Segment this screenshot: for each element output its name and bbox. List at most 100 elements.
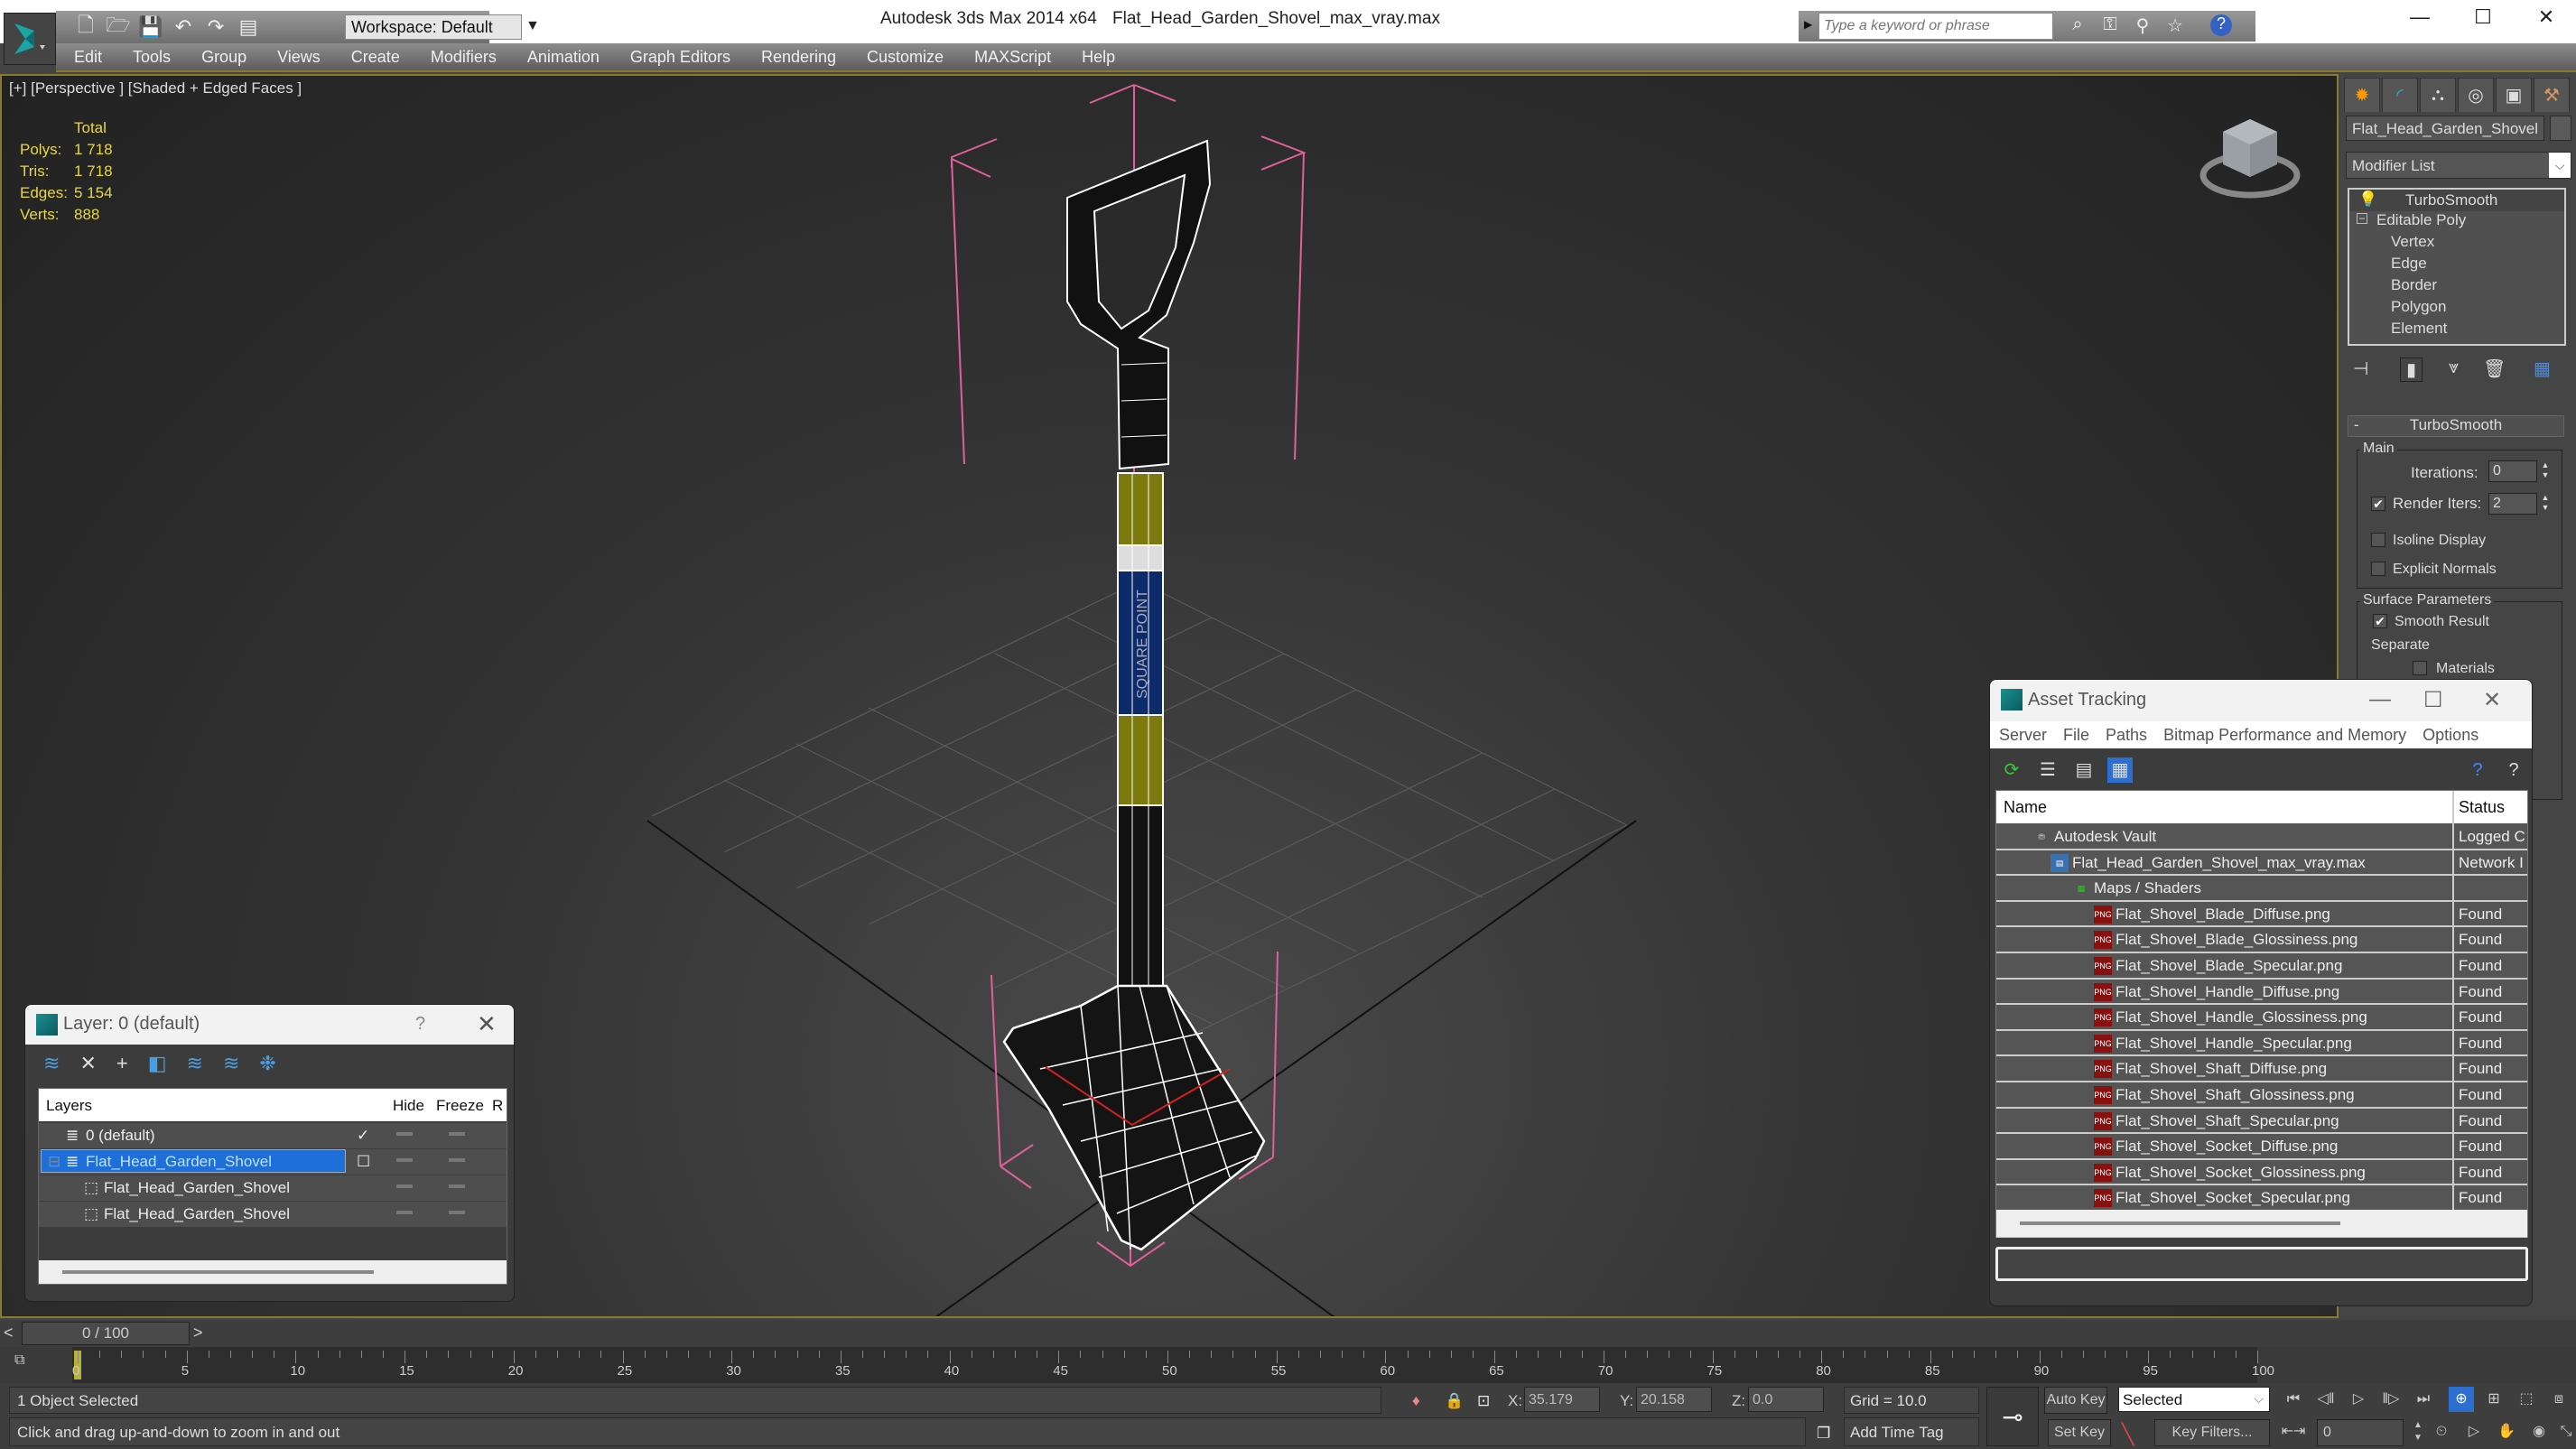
create-tab-icon[interactable]: ✹ [2344,78,2380,112]
menu-tools[interactable]: Tools [133,48,171,67]
select-objects-icon[interactable]: ◧ [148,1052,167,1075]
hide-toggle[interactable] [396,1211,413,1214]
current-layer-toggle[interactable]: ✓ [357,1127,369,1145]
help-button[interactable]: ? [415,1014,425,1035]
curve-editor-icon[interactable]: ⧉ [14,1352,24,1369]
open-file-icon[interactable]: 🗁 [106,14,130,39]
redo-icon[interactable]: ↷ [204,15,228,39]
zoom-icon[interactable]: ⊕ [2449,1387,2474,1412]
close-button[interactable]: ✕ [477,1010,497,1038]
menu-file[interactable]: File [2063,726,2089,745]
subobject-vertex[interactable]: Vertex [2391,233,2434,251]
pan-view-icon[interactable]: ✋ [2494,1419,2519,1444]
menu-paths[interactable]: Paths [2106,726,2147,745]
asset-row[interactable]: PNG Flat_Shovel_Blade_Diffuse.png Found [1996,902,2527,928]
freeze-toggle[interactable] [449,1158,465,1162]
set-key-button[interactable]: Set Key [2048,1419,2111,1446]
col-hide[interactable]: Hide [393,1097,424,1115]
frame-spinner[interactable]: ▲ ▼ [2405,1419,2431,1444]
asset-row[interactable]: PNG Flat_Shovel_Blade_Glossiness.png Found [1996,927,2527,953]
delete-layer-icon[interactable]: ✕ [79,1052,96,1075]
workspace-dropdown[interactable]: Workspace: Default [345,14,522,40]
asset-row[interactable]: PNG Flat_Shovel_Socket_Specular.png Found [1996,1185,2527,1212]
display-tab-icon[interactable]: ▣ [2496,78,2532,112]
go-to-start-icon[interactable]: ⏮ [2281,1387,2306,1412]
current-frame-field[interactable]: 0 [2317,1419,2404,1446]
customize-toolbar-icon[interactable]: ▼ [525,18,540,34]
zoom-all-icon[interactable]: ⊞ [2481,1387,2506,1412]
remove-modifier-icon[interactable]: 🗑 [2483,358,2506,380]
viewport-label[interactable]: [+] [Perspective ] [Shaded + Edged Faces… [9,79,302,98]
configure-modifier-sets-icon[interactable]: ▦ [2534,358,2551,380]
minimize-button[interactable]: — [2402,5,2438,38]
object-color-swatch[interactable] [2550,116,2571,141]
time-tag-icon[interactable]: ❐ [1817,1425,1830,1443]
zoom-extents-icon[interactable]: ⬚ [2514,1387,2539,1412]
stack-item-turbosmooth[interactable]: TurboSmooth [2405,191,2497,209]
asset-row[interactable]: ▦ Maps / Shaders [1996,876,2527,902]
close-button[interactable]: ✕ [2483,687,2501,713]
add-to-layer-icon[interactable]: + [116,1052,128,1075]
horizontal-scrollbar[interactable] [39,1260,507,1284]
hide-toggle[interactable] [396,1184,413,1188]
key-mode-toggle-icon[interactable]: ⇤⇥ [2281,1419,2306,1444]
hide-toggle[interactable] [396,1132,413,1136]
asset-tracking-titlebar[interactable]: Asset Tracking — ☐ ✕ [1990,680,2532,721]
menu-create[interactable]: Create [351,48,400,67]
render-iters-spinner[interactable]: ▲ ▼ [2539,493,2552,515]
next-frame-button[interactable]: > [193,1324,203,1342]
menu-modifiers[interactable]: Modifiers [431,48,497,67]
whats-this-icon[interactable]: ? [2501,757,2526,783]
collapse-icon[interactable]: ⊟ [48,1153,60,1171]
z-coordinate-field[interactable]: 0.0 [1748,1387,1824,1412]
menu-group[interactable]: Group [201,48,246,67]
zoom-extents-all-icon[interactable]: ⧈ [2546,1387,2571,1412]
highlight-selected-icon[interactable]: ≋ [187,1052,203,1075]
time-slider-thumb[interactable]: 0 / 100 [22,1322,190,1345]
tree-view-icon[interactable]: ▤ [2071,757,2097,783]
asset-row[interactable]: PNG Flat_Shovel_Socket_Glossiness.png Foun… [1996,1160,2527,1186]
menu-help[interactable]: Help [1082,48,1115,67]
favorites-star-icon[interactable]: ☆ [2163,14,2187,38]
current-layer-toggle[interactable]: ☐ [357,1153,370,1171]
show-end-result-icon[interactable]: ▮ [2400,358,2423,382]
object-name-field[interactable]: Flat_Head_Garden_Shovel [2346,116,2544,141]
smooth-result-checkbox[interactable]: ✔ [2373,614,2387,628]
menu-rendering[interactable]: Rendering [761,48,836,67]
refresh-icon[interactable]: ⟳ [1999,757,2024,783]
isolate-icon[interactable]: ♦ [1412,1392,1420,1410]
iterations-spinner[interactable]: ▲ ▼ [2539,460,2552,482]
play-icon[interactable]: ▷ [2346,1387,2371,1412]
maximize-viewport-icon[interactable]: ⤡ [2553,1419,2576,1444]
table-view-icon[interactable]: ▦ [2107,757,2133,783]
freeze-toggle[interactable] [449,1132,465,1136]
key-icon[interactable]: ⚿ [2098,14,2122,38]
save-icon[interactable]: 💾 [138,15,163,39]
previous-frame-icon[interactable]: ◁‖ [2313,1387,2339,1412]
isoline-display-checkbox[interactable] [2371,533,2385,547]
utilities-tab-icon[interactable]: ⚒ [2534,78,2570,112]
lightbulb-icon[interactable]: 💡 [2358,190,2377,209]
list-view-icon[interactable]: ☰ [2035,757,2060,783]
set-keys-key-icon[interactable]: ⊸ [1986,1387,2039,1446]
collapse-icon[interactable]: − [2357,213,2367,224]
go-to-end-icon[interactable]: ⏭ [2411,1387,2436,1412]
asset-path-field[interactable] [1995,1247,2528,1281]
col-name[interactable]: Name [2004,798,2047,817]
asset-row[interactable]: PNG Flat_Shovel_Handle_Diffuse.png Found [1996,980,2527,1006]
field-of-view-icon[interactable]: ▷ [2461,1419,2487,1444]
subobject-border[interactable]: Border [2391,276,2437,294]
app-menu-button[interactable] [4,13,56,65]
layer-row[interactable]: ≣ 0 (default) ✓ [39,1123,507,1148]
key-pen-icon[interactable]: ╲ [2122,1423,2134,1446]
add-time-tag-button[interactable]: Add Time Tag [1844,1417,1979,1446]
menu-animation[interactable]: Animation [527,48,600,67]
binoculars-icon[interactable]: ⌕ [2066,14,2089,38]
col-layers[interactable]: Layers [46,1097,92,1115]
prev-frame-button[interactable]: < [4,1324,14,1342]
asset-row[interactable]: PNG Flat_Shovel_Shaft_Glossiness.png Found [1996,1082,2527,1109]
asset-row[interactable]: ▤ Flat_Head_Garden_Shovel_max_vray.max Net… [1996,850,2527,877]
close-button[interactable]: ✕ [2528,5,2564,38]
asset-row[interactable]: PNG Flat_Shovel_Handle_Specular.png Found [1996,1031,2527,1057]
menu-edit[interactable]: Edit [74,48,102,67]
